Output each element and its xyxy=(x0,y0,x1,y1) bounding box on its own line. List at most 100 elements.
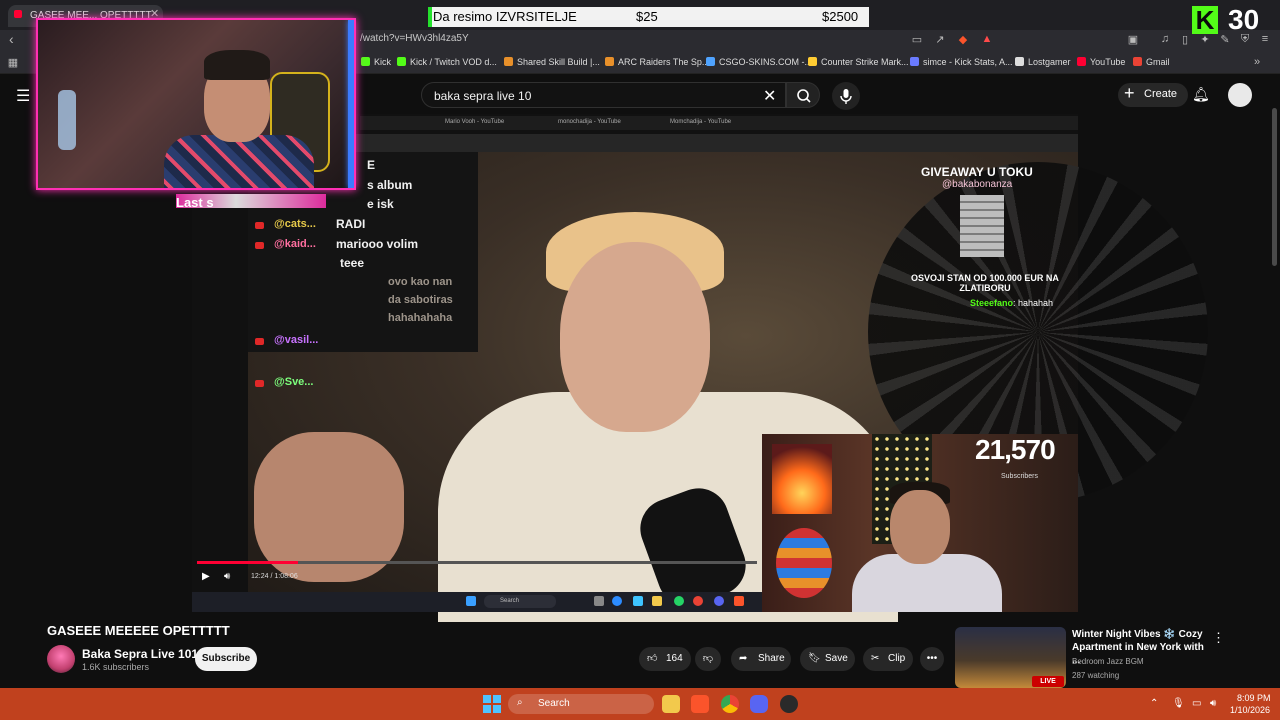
donation-goal-amount: $2500 xyxy=(822,9,859,24)
youtube-chat-icon xyxy=(255,242,264,249)
tray-mic-icon[interactable]: 🎙︎ xyxy=(1172,698,1185,709)
streamer-hand xyxy=(254,432,404,582)
notifications-bell-icon[interactable]: 🔔︎ xyxy=(1192,86,1210,103)
share-label: Share xyxy=(758,653,785,664)
bookmark-item[interactable]: Counter Strike Mark... xyxy=(808,57,909,67)
chrome-icon[interactable] xyxy=(721,695,739,713)
reading-list-icon[interactable]: ▯ xyxy=(1178,33,1192,47)
chat-message: s album xyxy=(367,178,413,192)
clear-search-icon[interactable]: ✕ xyxy=(763,86,776,106)
captured-time: 12:24 / 1:08:06 xyxy=(251,573,298,580)
menu-icon[interactable]: ≡ xyxy=(1258,33,1272,47)
taskbar-clock-time[interactable]: 8:09 PM xyxy=(1237,693,1271,703)
hamburger-menu-icon[interactable]: ☰ xyxy=(16,86,30,106)
bookmark-item[interactable]: Kick xyxy=(361,57,391,67)
discord-icon[interactable] xyxy=(750,695,768,713)
account-avatar[interactable] xyxy=(1228,83,1252,107)
youtube-chat-icon xyxy=(255,380,264,387)
dislike-button[interactable]: 👎︎ xyxy=(695,647,721,671)
bookmark-item[interactable]: ARC Raiders The Sp... xyxy=(605,57,709,67)
bookmark-favicon-icon xyxy=(605,57,614,66)
captured-whatsapp-icon xyxy=(674,596,684,606)
brave-shield-icon[interactable]: ◆ xyxy=(956,33,970,47)
media-icon[interactable]: ♫ xyxy=(1158,33,1172,47)
bookmark-favicon-icon xyxy=(397,57,406,66)
taskbar-clock-date[interactable]: 1/10/2026 xyxy=(1230,705,1270,715)
bookmark-item[interactable]: simce - Kick Stats, A... xyxy=(910,57,1013,67)
channel-avatar[interactable] xyxy=(47,645,75,673)
recommended-video-viewers: 287 watching xyxy=(1072,671,1120,680)
last-event-label: Last s xyxy=(176,195,214,210)
chat-username: @vasil... xyxy=(274,334,319,346)
chat-message: mariooo volim xyxy=(336,237,419,251)
kick-chat-message: : hahahah xyxy=(1013,298,1054,308)
bookmark-favicon-icon xyxy=(1077,57,1086,66)
bookmark-item[interactable]: YouTube xyxy=(1077,57,1125,67)
donation-current-amount: $25 xyxy=(636,9,658,24)
cast-icon[interactable]: ▭ xyxy=(910,33,924,47)
bookmark-item[interactable]: Gmail xyxy=(1133,57,1170,67)
search-icon xyxy=(797,89,811,103)
bookmark-item[interactable]: Kick / Twitch VOD d... xyxy=(397,57,497,67)
video-title: GASEEE MEEEEE OPETTTTT xyxy=(47,623,230,638)
tray-overflow-icon[interactable]: ⌃ xyxy=(1150,698,1158,709)
chat-message-faded: ovo kao nan xyxy=(388,276,453,288)
url-field[interactable]: /watch?v=HWv3hl4za5Y xyxy=(360,33,469,44)
channel-name[interactable]: Baka Sepra Live 101 xyxy=(82,647,198,661)
windows-start-icon[interactable] xyxy=(483,695,501,713)
share-page-icon[interactable]: ↗ xyxy=(933,33,947,47)
captured-discord-icon xyxy=(714,596,724,606)
bookmark-label: Lostgamer xyxy=(1028,57,1071,67)
bookmark-icon: 🔖︎ xyxy=(808,653,821,664)
rewards-icon[interactable]: ▲ xyxy=(980,33,994,47)
streamer-webcam xyxy=(36,18,356,190)
display-icon[interactable]: ▭ xyxy=(1192,698,1201,709)
thumbs-down-icon: 👎︎ xyxy=(702,653,714,664)
youtube-favicon-icon xyxy=(14,10,22,18)
streamer-face xyxy=(560,242,710,432)
extensions-icon[interactable]: ✦ xyxy=(1198,33,1212,47)
kick-logo-icon: K xyxy=(1192,6,1218,34)
save-label: Save xyxy=(825,653,848,664)
chat-username: @kaid... xyxy=(274,238,316,250)
kick-chat-user: Steeefano xyxy=(970,298,1014,308)
fireplace xyxy=(772,444,832,514)
bookmark-label: ARC Raiders The Sp... xyxy=(618,57,710,67)
subscriber-counter: 21,570 xyxy=(975,434,1056,465)
bookmark-favicon-icon xyxy=(361,57,370,66)
captured-tab: Momchadija - YouTube xyxy=(670,119,732,125)
kebab-menu-icon[interactable]: ⋮ xyxy=(1212,630,1225,646)
chat-message-faded: da sabotiras xyxy=(388,294,453,306)
more-actions-button[interactable]: ••• xyxy=(920,647,944,671)
bookmark-item[interactable]: CSGO-SKINS.COM -... xyxy=(706,57,812,67)
captured-app-icon xyxy=(594,596,604,606)
bookmark-item[interactable]: Shared Skill Build |... xyxy=(504,57,600,67)
like-button[interactable]: 👍︎ xyxy=(639,647,691,671)
plus-icon: + xyxy=(1124,83,1135,103)
file-explorer-icon[interactable] xyxy=(662,695,680,713)
youtube-chat-icon xyxy=(255,222,264,229)
recommended-video-channel[interactable]: Bedroom Jazz BGM xyxy=(1072,657,1144,666)
taskbar-search-box[interactable]: Search xyxy=(508,694,654,714)
search-query-text: baka sepra live 10 xyxy=(434,89,532,103)
subscribe-button[interactable]: Subscribe xyxy=(195,647,257,671)
captured-brave-icon xyxy=(734,596,744,606)
captured-search: Search xyxy=(484,595,556,608)
scissors-icon: ✂ xyxy=(871,653,880,664)
sidebar-toggle-icon[interactable]: ▣ xyxy=(1126,33,1140,47)
bookmark-favicon-icon xyxy=(1133,57,1142,66)
volume-icon[interactable]: 🔊︎ xyxy=(1210,698,1216,709)
brave-browser-icon[interactable] xyxy=(691,695,709,713)
voice-search-button[interactable] xyxy=(832,82,860,110)
obs-icon[interactable] xyxy=(780,695,798,713)
search-button[interactable] xyxy=(786,82,820,108)
captured-start-icon xyxy=(466,596,476,606)
bookmark-favicon-icon xyxy=(808,57,817,66)
subscriber-counter-label: Subscribers xyxy=(1001,473,1038,480)
page-scrollbar[interactable] xyxy=(1272,108,1277,266)
back-icon[interactable]: ‹ xyxy=(9,31,14,47)
bookmark-item[interactable]: Lostgamer xyxy=(1015,57,1071,67)
bookmark-label: Counter Strike Mark... xyxy=(821,57,909,67)
more-bookmarks-icon[interactable]: » xyxy=(1250,56,1264,70)
apps-grid-icon[interactable]: ▦ xyxy=(6,56,20,70)
